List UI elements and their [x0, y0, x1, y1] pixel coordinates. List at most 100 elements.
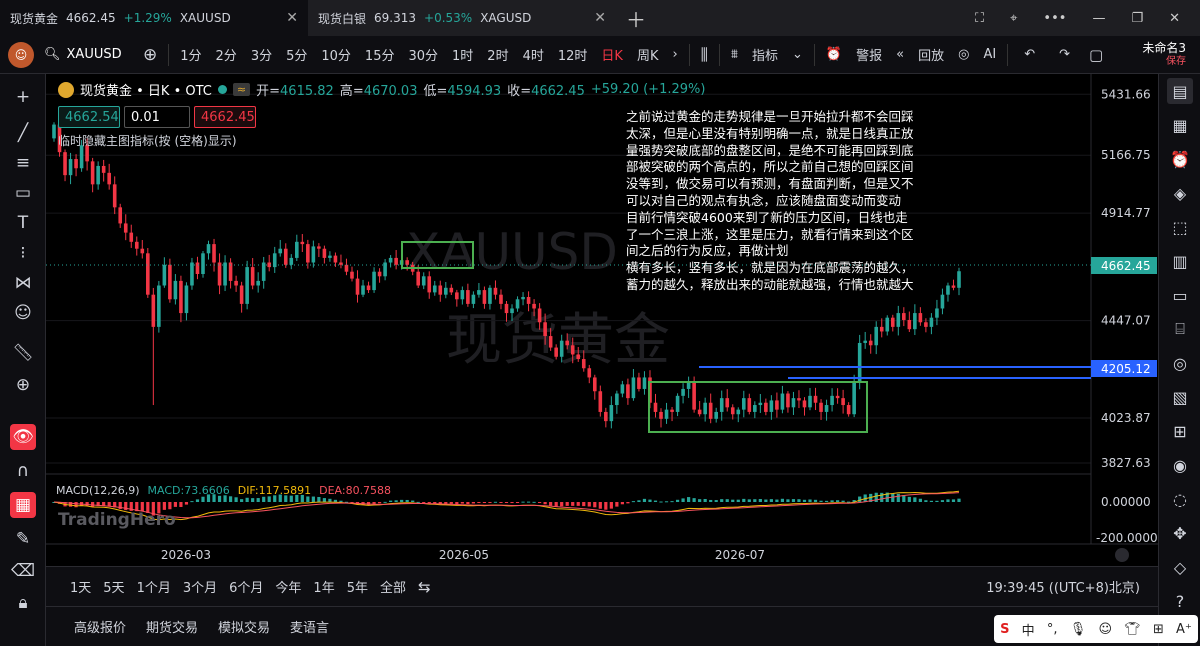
restore-icon[interactable]: ❐ [1131, 11, 1143, 26]
range-3m[interactable]: 3个月 [177, 577, 223, 596]
lock-icon[interactable]: 🔒︎ [10, 590, 36, 616]
range-5d[interactable]: 5天 [97, 577, 130, 596]
panel-futures[interactable]: 期货交易 [136, 617, 208, 636]
minimize-icon[interactable]: — [1092, 11, 1105, 26]
screener-icon[interactable]: ◎ [1167, 350, 1193, 376]
rectangle-icon[interactable]: ▭ [10, 180, 36, 206]
pin-icon[interactable]: ⌖ [1010, 11, 1017, 26]
emoji-icon[interactable]: ☺ [10, 300, 36, 326]
interval-30m[interactable]: 30分 [401, 45, 445, 64]
indicators-button[interactable]: 指标 [745, 45, 785, 64]
alert-icon[interactable]: ⏰ [819, 47, 849, 62]
interval-1d[interactable]: 日K [594, 45, 630, 64]
screenshot-icon[interactable]: ⛶ [975, 11, 984, 26]
range-1d[interactable]: 1天 [64, 577, 97, 596]
alarm-icon[interactable]: ⏰ [1167, 146, 1193, 172]
tab-xauusd[interactable]: 现货黄金 4662.45 +1.29% XAUUSD ✕ [0, 0, 308, 36]
grid-icon[interactable]: ⊞ [1153, 622, 1164, 637]
undo-icon[interactable]: ↶ [1012, 47, 1047, 62]
brush-icon[interactable]: ✎ [10, 526, 36, 552]
crosshair-icon[interactable]: + [10, 84, 36, 110]
replay-icon[interactable]: « [889, 47, 911, 62]
replay-button[interactable]: 回放 [911, 45, 951, 64]
hide-drawings-icon[interactable]: 👁︎ [10, 424, 36, 450]
community-icon[interactable]: ◌ [1167, 486, 1193, 512]
bookmark-icon[interactable]: ⬚ [1167, 214, 1193, 240]
range-5y[interactable]: 5年 [341, 577, 374, 596]
sell-button[interactable]: 4662.45 [194, 106, 256, 128]
layers-icon[interactable]: ◈ [1167, 180, 1193, 206]
text-tool-icon[interactable]: T [10, 210, 36, 236]
interval-1h[interactable]: 1时 [445, 45, 480, 64]
panel-paper-trading[interactable]: 模拟交易 [208, 617, 280, 636]
pattern-icon[interactable]: ⁝ [10, 240, 36, 266]
interval-5m[interactable]: 5分 [279, 45, 314, 64]
ai-icon[interactable]: ◎ [951, 47, 976, 62]
range-ytd[interactable]: 今年 [269, 577, 307, 596]
trendline-icon[interactable]: ╱ [10, 120, 36, 146]
more-icon[interactable]: ••• [1043, 11, 1066, 26]
ime-lang[interactable]: 中 [1022, 620, 1035, 639]
range-1y[interactable]: 1年 [307, 577, 340, 596]
symbol-search[interactable]: 🔍︎ XAUUSD [44, 47, 136, 62]
interval-2h[interactable]: 2时 [480, 45, 515, 64]
calendar-icon[interactable]: ▦ [1167, 112, 1193, 138]
ideas-icon[interactable]: ⊞ [1167, 418, 1193, 444]
add-symbol-icon[interactable]: ⊕ [136, 45, 164, 65]
interval-12h[interactable]: 12时 [551, 45, 595, 64]
indicators-icon[interactable]: ⩩ [724, 47, 745, 62]
buy-button[interactable]: 4662.54 [58, 106, 120, 128]
punctuation-icon[interactable]: °, [1047, 622, 1058, 637]
notes-icon[interactable]: ▥ [1167, 248, 1193, 274]
chart-area[interactable]: 现货黄金 • 日K • OTC ≈ 开=4615.82 高=4670.03 低=… [46, 74, 1158, 566]
ai-assist-icon[interactable]: A⁺ [1176, 622, 1192, 637]
ai-button[interactable]: AI [976, 47, 1003, 62]
mic-icon[interactable]: 🎙︎ [1070, 622, 1087, 637]
close-window-icon[interactable]: ✕ [1169, 11, 1180, 26]
interval-1m[interactable]: 1分 [173, 45, 208, 64]
range-6m[interactable]: 6个月 [223, 577, 269, 596]
layout-icon[interactable]: ▢ [1082, 46, 1110, 64]
chevron-down-icon[interactable]: › [665, 47, 684, 62]
magnet-icon[interactable]: ∩ [10, 458, 36, 484]
hotlist-icon[interactable]: ◉ [1167, 452, 1193, 478]
interval-2m[interactable]: 2分 [209, 45, 244, 64]
ime-toolbar[interactable]: S 中 °, 🎙︎ ☺ 👕︎ ⊞ A⁺ [994, 615, 1198, 643]
watchlist-icon[interactable]: ▤ [1167, 78, 1193, 104]
alert-button[interactable]: 警报 [849, 45, 889, 64]
goto-date-icon[interactable]: ⇆ [412, 578, 437, 596]
lock-calendar-icon[interactable]: ▦ [10, 492, 36, 518]
tab-xagusd[interactable]: 现货白银 69.313 +0.53% XAGUSD ✕ [308, 0, 616, 36]
range-1m[interactable]: 1个月 [131, 577, 177, 596]
emoji-icon[interactable]: ☺ [1098, 622, 1112, 637]
data-window-icon[interactable]: ⌸ [1167, 316, 1193, 342]
path-icon[interactable]: ⋈ [10, 270, 36, 296]
zoom-in-icon[interactable]: ⊕ [10, 372, 36, 398]
candle-type-icon[interactable]: ⫼ [694, 45, 715, 65]
chat-icon[interactable]: ▭ [1167, 282, 1193, 308]
panel-quotes[interactable]: 高级报价 [64, 617, 136, 636]
clock[interactable]: 19:39:45 ((UTC+8)北京) [986, 577, 1158, 596]
panel-mai-language[interactable]: 麦语言 [280, 617, 339, 636]
layout-name[interactable]: 未命名3 保存 [1142, 41, 1200, 68]
interval-15m[interactable]: 15分 [358, 45, 402, 64]
ruler-icon[interactable]: 📏︎ [10, 340, 36, 366]
interval-1w[interactable]: 周K [630, 45, 666, 64]
avatar[interactable]: ☺ [8, 41, 34, 68]
waves-icon[interactable]: ≈ [232, 83, 251, 96]
interval-10m[interactable]: 10分 [314, 45, 358, 64]
analysis-note[interactable]: 之前说过黄金的走势规律是一旦开始拉升都不会回踩太深，但是心里没有特别明确一点，就… [626, 109, 914, 294]
new-tab-icon[interactable]: ＋ [616, 0, 656, 36]
streams-icon[interactable]: ✥ [1167, 520, 1193, 546]
help-icon[interactable]: ? [1167, 588, 1193, 614]
close-tab-icon[interactable]: ✕ [286, 10, 298, 26]
interval-3m[interactable]: 3分 [244, 45, 279, 64]
chevron-down-icon[interactable]: ⌄ [785, 47, 810, 62]
range-all[interactable]: 全部 [374, 577, 412, 596]
interval-4h[interactable]: 4时 [516, 45, 551, 64]
news-icon[interactable]: ▧ [1167, 384, 1193, 410]
close-tab-icon[interactable]: ✕ [594, 10, 606, 26]
quantity-input[interactable]: 0.01 [124, 106, 190, 128]
trading-panel-icon[interactable]: ◇ [1167, 554, 1193, 580]
redo-icon[interactable]: ↷ [1047, 47, 1082, 62]
